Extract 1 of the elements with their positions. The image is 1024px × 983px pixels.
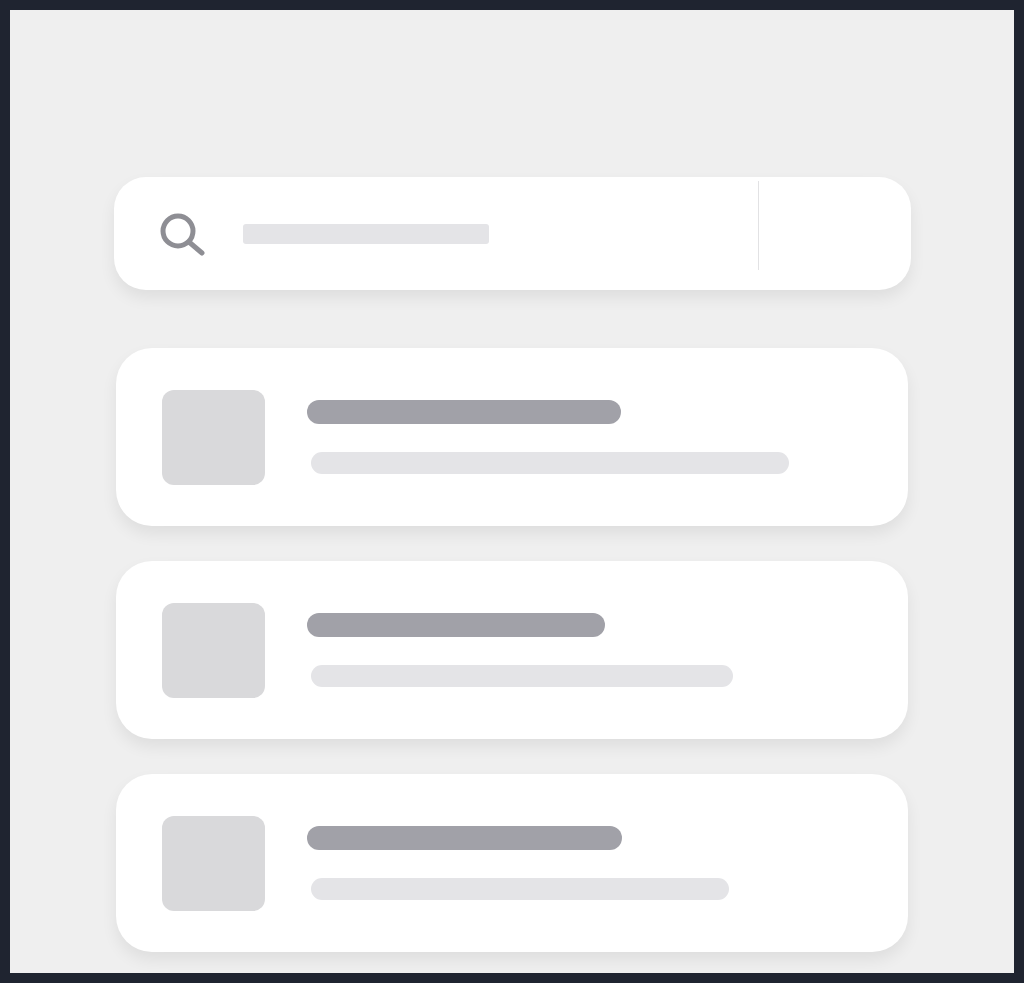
search-bar[interactable]	[114, 177, 911, 290]
